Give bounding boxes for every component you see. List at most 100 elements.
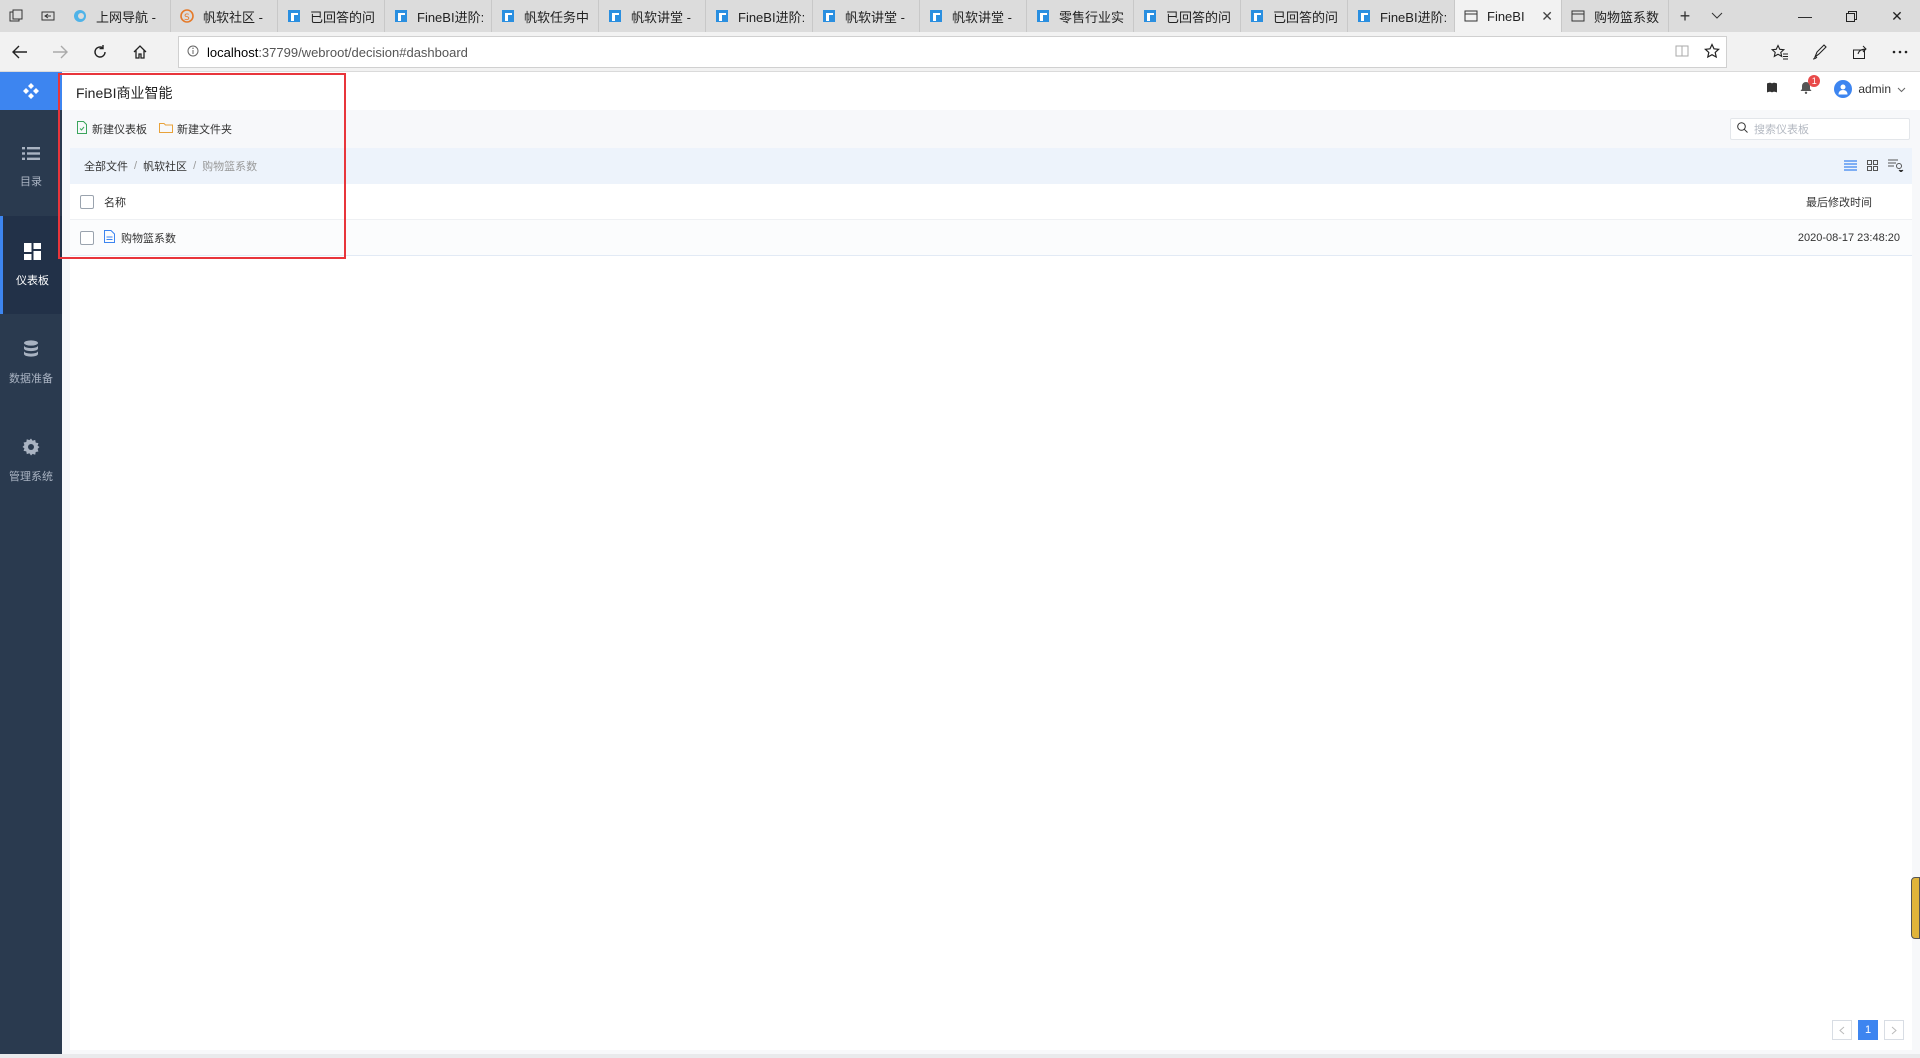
new-dashboard-button[interactable]: 新建仪表板: [76, 121, 147, 137]
browser-tab[interactable]: 零售行业实: [1027, 0, 1134, 32]
breadcrumb-item[interactable]: 帆软社区: [143, 158, 187, 174]
tab-label: FineBI: [1487, 8, 1525, 24]
tab-actions-icon[interactable]: [0, 0, 32, 32]
grid-view-icon[interactable]: [1867, 159, 1878, 174]
set-tabs-aside-icon[interactable]: [32, 0, 64, 32]
finebi-icon: [286, 8, 302, 24]
new-folder-button[interactable]: 新建文件夹: [159, 121, 232, 137]
row-checkbox[interactable]: [80, 230, 94, 245]
browser-tab[interactable]: 已回答的问: [278, 0, 385, 32]
browser-tab[interactable]: 帆软任务中: [492, 0, 599, 32]
prev-page-button[interactable]: [1832, 1020, 1852, 1040]
select-all-checkbox[interactable]: [80, 194, 94, 209]
tab-label: 帆软讲堂 -: [845, 9, 905, 25]
url-path: :37799/webroot/decision#dashboard: [258, 44, 468, 60]
page-icon: [1570, 8, 1586, 24]
browser-tab[interactable]: 帆软讲堂 -: [599, 0, 706, 32]
list-view-icon[interactable]: [1844, 159, 1857, 174]
sidebar-item-label: 数据准备: [9, 373, 53, 385]
breadcrumb-item[interactable]: 全部文件: [84, 158, 128, 174]
notification-bell[interactable]: 1: [1800, 75, 1821, 97]
page-number-current[interactable]: 1: [1858, 1020, 1878, 1040]
tab-label: FineBI进阶:: [417, 9, 483, 25]
new-dashboard-label: 新建仪表板: [92, 124, 147, 136]
main-area: FineBI商业智能 1 admin 新建仪表板 新建文件夹 搜索仪表板 全部文…: [62, 72, 1920, 1058]
url-field[interactable]: localhost:37799/webroot/decision#dashboa…: [178, 36, 1727, 68]
next-page-button[interactable]: [1884, 1020, 1904, 1040]
site-info-icon[interactable]: [187, 45, 199, 60]
column-header-name[interactable]: 名称: [104, 194, 126, 210]
favorite-star-icon[interactable]: [1704, 43, 1720, 62]
breadcrumb: 全部文件 / 帆软社区 / 购物篮系数: [70, 148, 1912, 184]
breadcrumb-separator: /: [134, 160, 138, 172]
minimize-icon[interactable]: —: [1782, 0, 1828, 32]
sort-icon[interactable]: [1888, 158, 1904, 175]
finebi-icon: [1142, 8, 1158, 24]
address-bar: localhost:37799/webroot/decision#dashboa…: [0, 32, 1920, 72]
gear-icon: [22, 438, 40, 459]
tab-label: 零售行业实: [1059, 9, 1125, 25]
browser-tab[interactable]: 购物篮系数: [1562, 0, 1669, 32]
finebi-logo-icon[interactable]: [0, 72, 62, 110]
browser-tab[interactable]: FineBI进阶:: [1348, 0, 1455, 32]
help-book-icon[interactable]: [1766, 82, 1778, 96]
tab-label: 上网导航 -: [96, 9, 156, 25]
browser-tab[interactable]: 已回答的问: [1241, 0, 1348, 32]
file-name[interactable]: 购物篮系数: [121, 230, 176, 246]
browser-tab[interactable]: S 帆软社区 -: [171, 0, 278, 32]
tab-label: 已回答的问: [310, 9, 376, 25]
sidebar-item-label: 仪表板: [16, 274, 49, 287]
refresh-icon[interactable]: [80, 32, 120, 72]
tab-label: 帆软讲堂 -: [631, 9, 691, 25]
browser-tab[interactable]: 帆软讲堂 -: [813, 0, 920, 32]
favorites-icon[interactable]: [1760, 32, 1800, 72]
avatar: [1834, 80, 1853, 98]
fanruan-s-icon: S: [179, 8, 195, 24]
search-input[interactable]: 搜索仪表板: [1730, 118, 1910, 140]
chevron-down-icon[interactable]: [1701, 0, 1733, 32]
browser-tab[interactable]: FineBI进阶:: [706, 0, 813, 32]
browser-tab-bar: 上网导航 - S 帆软社区 - 已回答的问 FineBI进阶: 帆软任务中 帆软…: [0, 0, 1920, 32]
restore-icon[interactable]: [1828, 0, 1874, 32]
app-sidebar: 目录 仪表板 数据准备 管理系统: [0, 72, 62, 1058]
modified-time: 2020-08-17 23:48:20: [1797, 231, 1900, 244]
close-tab-icon[interactable]: ✕: [1541, 8, 1553, 25]
browser-tab-active[interactable]: FineBI ✕: [1455, 0, 1562, 32]
browser-tab[interactable]: FineBI进阶:: [385, 0, 492, 32]
browser-tab[interactable]: 上网导航 -: [64, 0, 171, 32]
chevron-down-icon: [1897, 82, 1906, 96]
search-icon: [1737, 122, 1748, 136]
home-icon[interactable]: [120, 32, 160, 72]
sidebar-item-dashboard[interactable]: 仪表板: [0, 216, 62, 314]
new-tab-icon[interactable]: +: [1669, 0, 1701, 32]
column-header-modified[interactable]: 最后修改时间: [1806, 194, 1872, 210]
share-icon[interactable]: [1840, 32, 1880, 72]
floating-side-handle[interactable]: [1911, 877, 1920, 939]
user-menu[interactable]: admin: [1834, 80, 1906, 98]
forward-icon[interactable]: [40, 32, 80, 72]
back-icon[interactable]: [0, 32, 40, 72]
browser-tab[interactable]: 帆软讲堂 -: [920, 0, 1027, 32]
close-window-icon[interactable]: ✕: [1874, 0, 1920, 32]
search-placeholder: 搜索仪表板: [1754, 124, 1809, 136]
finebi-icon: [714, 8, 730, 24]
svg-text:S: S: [184, 13, 190, 23]
sidebar-item-admin[interactable]: 管理系统: [0, 412, 62, 510]
sidebar-item-data-prep[interactable]: 数据准备: [0, 314, 62, 412]
file-list-panel: 全部文件 / 帆软社区 / 购物篮系数 名称 最后修改时间 购物篮系数 2020…: [70, 148, 1912, 1050]
tab-label: 帆软讲堂 -: [952, 9, 1012, 25]
table-row[interactable]: 购物篮系数 2020-08-17 23:48:20: [70, 220, 1912, 256]
sidebar-item-label: 管理系统: [9, 471, 53, 483]
dashboard-file-icon: [104, 229, 115, 246]
finebi-icon: [928, 8, 944, 24]
tab-label: FineBI进阶:: [1380, 9, 1446, 25]
browser-tab[interactable]: 已回答的问: [1134, 0, 1241, 32]
database-icon: [23, 340, 39, 361]
reading-view-icon[interactable]: [1674, 43, 1690, 62]
finebi-icon: [1356, 8, 1372, 24]
sidebar-item-directory[interactable]: 目录: [0, 118, 62, 216]
pen-notes-icon[interactable]: [1800, 32, 1840, 72]
tab-label: 购物篮系数: [1594, 9, 1660, 25]
finebi-icon: [500, 8, 516, 24]
more-icon[interactable]: [1880, 32, 1920, 72]
